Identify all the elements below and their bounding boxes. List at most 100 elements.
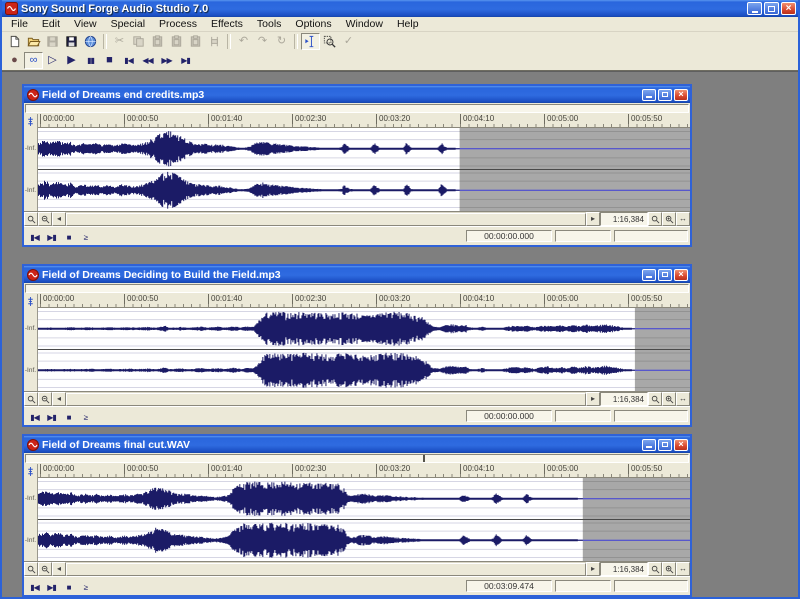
trim-crop-button[interactable] — [205, 33, 224, 50]
app-titlebar[interactable]: Sony Sound Forge Audio Studio 7.0 × — [2, 0, 798, 17]
zoom-in-time-button[interactable] — [38, 562, 52, 576]
menu-item-special[interactable]: Special — [104, 18, 152, 30]
levels-button[interactable] — [24, 114, 38, 128]
doc-close-button[interactable]: × — [674, 269, 688, 281]
paste-special-button[interactable] — [186, 33, 205, 50]
play-all-button[interactable]: ▷ — [43, 52, 62, 69]
scroll-left-button[interactable]: ◂ — [52, 392, 66, 406]
time-ruler[interactable]: 00:00:0000:00:5000:01:4000:02:3000:03:20… — [38, 114, 690, 128]
stop-button[interactable]: ■ — [60, 581, 77, 595]
scroll-right-button[interactable]: ▸ — [586, 392, 600, 406]
go-to-end-button[interactable]: ▶▮ — [43, 231, 60, 245]
pause-button[interactable]: ▮▮ — [81, 52, 100, 69]
doc-minimize-button[interactable] — [642, 439, 656, 451]
horizontal-scrollbar[interactable] — [66, 562, 586, 576]
document-titlebar[interactable]: Field of Dreams Deciding to Build the Fi… — [24, 266, 690, 283]
save-button[interactable] — [43, 33, 62, 50]
go-to-start-button[interactable]: ▮◀ — [26, 411, 43, 425]
time-ruler[interactable]: 00:00:0000:00:5000:01:4000:02:3000:03:20… — [38, 294, 690, 308]
zoom-out-time-button[interactable] — [24, 212, 38, 226]
horizontal-scrollbar[interactable] — [66, 392, 586, 406]
doc-close-button[interactable]: × — [674, 439, 688, 451]
rewind-button[interactable]: ◀◀ — [138, 52, 157, 69]
save-as-button[interactable] — [62, 33, 81, 50]
go-to-start-button[interactable]: ▮◀ — [119, 52, 138, 69]
overview-bar[interactable] — [25, 284, 689, 293]
go-to-start-button[interactable]: ▮◀ — [26, 581, 43, 595]
copy-button[interactable] — [129, 33, 148, 50]
menu-item-tools[interactable]: Tools — [250, 18, 289, 30]
scroll-right-button[interactable]: ▸ — [586, 562, 600, 576]
doc-minimize-button[interactable] — [642, 89, 656, 101]
levels-button[interactable] — [24, 464, 38, 478]
scroll-left-button[interactable]: ◂ — [52, 562, 66, 576]
play-button[interactable]: ≥ — [77, 231, 94, 245]
scrollbar-thumb[interactable] — [66, 563, 586, 576]
go-to-start-button[interactable]: ▮◀ — [26, 231, 43, 245]
menu-item-window[interactable]: Window — [339, 18, 390, 30]
zoom-fit-button[interactable]: ↔ — [676, 392, 690, 406]
pencil-tool-button[interactable]: ✓ — [339, 33, 358, 50]
mix-button[interactable] — [167, 33, 186, 50]
new-button[interactable] — [5, 33, 24, 50]
edit-tool-button[interactable] — [301, 33, 320, 50]
go-to-end-button[interactable]: ▶▮ — [176, 52, 195, 69]
document-titlebar[interactable]: Field of Dreams end credits.mp3 × — [24, 86, 690, 103]
doc-minimize-button[interactable] — [642, 269, 656, 281]
zoom-fit-button[interactable]: ↔ — [676, 212, 690, 226]
menu-item-edit[interactable]: Edit — [35, 18, 67, 30]
go-to-end-button[interactable]: ▶▮ — [43, 581, 60, 595]
stop-button[interactable]: ■ — [60, 231, 77, 245]
menu-item-help[interactable]: Help — [390, 18, 426, 30]
stop-button[interactable]: ■ — [100, 52, 119, 69]
paste-button[interactable] — [148, 33, 167, 50]
scroll-right-button[interactable]: ▸ — [586, 212, 600, 226]
app-restore-button[interactable] — [764, 2, 779, 15]
zoom-in-button[interactable] — [662, 392, 676, 406]
zoom-out-button[interactable] — [648, 212, 662, 226]
doc-close-button[interactable]: × — [674, 89, 688, 101]
doc-maximize-button[interactable] — [658, 89, 672, 101]
menu-item-view[interactable]: View — [67, 18, 104, 30]
magnify-tool-button[interactable] — [320, 33, 339, 50]
app-minimize-button[interactable] — [747, 2, 762, 15]
zoom-out-button[interactable] — [648, 562, 662, 576]
waveform-display[interactable] — [38, 308, 690, 391]
stop-button[interactable]: ■ — [60, 411, 77, 425]
go-to-end-button[interactable]: ▶▮ — [43, 411, 60, 425]
forward-button[interactable]: ▶▶ — [157, 52, 176, 69]
scrollbar-thumb[interactable] — [66, 393, 586, 406]
overview-bar[interactable] — [25, 454, 689, 463]
menu-item-process[interactable]: Process — [152, 18, 204, 30]
zoom-out-button[interactable] — [648, 392, 662, 406]
menu-item-file[interactable]: File — [4, 18, 35, 30]
time-ruler[interactable]: 00:00:0000:00:5000:01:4000:02:3000:03:20… — [38, 464, 690, 478]
publish-button[interactable] — [81, 33, 100, 50]
zoom-in-button[interactable] — [662, 562, 676, 576]
zoom-fit-button[interactable]: ↔ — [676, 562, 690, 576]
play-button[interactable]: ≥ — [77, 411, 94, 425]
menu-item-effects[interactable]: Effects — [204, 18, 250, 30]
zoom-out-time-button[interactable] — [24, 562, 38, 576]
play-button[interactable]: ▶ — [62, 52, 81, 69]
open-button[interactable] — [24, 33, 43, 50]
waveform-display[interactable] — [38, 478, 690, 561]
app-close-button[interactable]: × — [781, 2, 796, 15]
document-titlebar[interactable]: Field of Dreams final cut.WAV × — [24, 436, 690, 453]
scrollbar-thumb[interactable] — [66, 213, 586, 226]
play-button[interactable]: ≥ — [77, 581, 94, 595]
waveform-display[interactable] — [38, 128, 690, 211]
zoom-in-button[interactable] — [662, 212, 676, 226]
horizontal-scrollbar[interactable] — [66, 212, 586, 226]
overview-bar[interactable] — [25, 104, 689, 113]
zoom-in-time-button[interactable] — [38, 212, 52, 226]
doc-maximize-button[interactable] — [658, 439, 672, 451]
scroll-left-button[interactable]: ◂ — [52, 212, 66, 226]
menu-item-options[interactable]: Options — [288, 18, 338, 30]
zoom-in-time-button[interactable] — [38, 392, 52, 406]
cut-button[interactable]: ✂ — [110, 33, 129, 50]
levels-button[interactable] — [24, 294, 38, 308]
undo-button[interactable]: ↶ — [234, 33, 253, 50]
redo-button[interactable]: ↷ — [253, 33, 272, 50]
record-button[interactable]: ● — [5, 52, 24, 69]
